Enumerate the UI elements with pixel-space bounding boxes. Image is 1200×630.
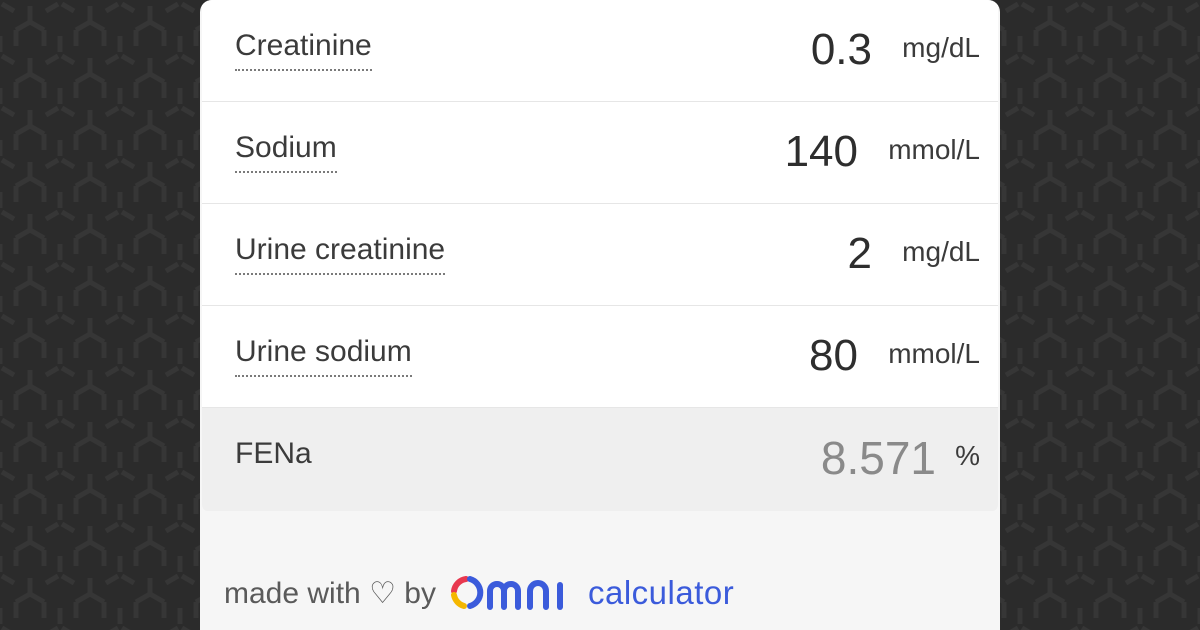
calculator-brand-text: calculator [587, 574, 735, 611]
result-row-fena: FENa 8.571 % [202, 408, 998, 511]
omni-footer[interactable]: made with ♡ by calculator [224, 570, 734, 616]
creatinine-unit[interactable]: mg/dL [902, 31, 980, 65]
urine-sodium-value[interactable]: 80 [809, 331, 858, 381]
urine-sodium-label[interactable]: Urine sodium [235, 335, 412, 377]
sodium-label[interactable]: Sodium [235, 131, 337, 173]
urine-sodium-unit[interactable]: mmol/L [888, 337, 980, 371]
field-row-creatinine: Creatinine 0.3 mg/dL [202, 0, 998, 102]
field-row-urine-sodium: Urine sodium 80 mmol/L [202, 306, 998, 408]
field-row-urine-creatinine: Urine creatinine 2 mg/dL [202, 204, 998, 306]
creatinine-value[interactable]: 0.3 [811, 25, 872, 75]
fena-label: FENa [235, 437, 312, 470]
creatinine-label[interactable]: Creatinine [235, 29, 372, 71]
fena-unit: % [955, 440, 980, 471]
fena-value: 8.571 [820, 432, 936, 484]
made-with-text: made with ♡ by [224, 576, 436, 610]
urine-creatinine-unit[interactable]: mg/dL [902, 235, 980, 269]
field-row-sodium: Sodium 140 mmol/L [202, 102, 998, 204]
urine-creatinine-value[interactable]: 2 [848, 229, 872, 279]
omni-logo-icon [450, 575, 578, 611]
sodium-value[interactable]: 140 [785, 127, 858, 177]
calculator-card: Creatinine 0.3 mg/dL Sodium 140 mmol/L U… [200, 0, 1000, 630]
urine-creatinine-label[interactable]: Urine creatinine [235, 233, 446, 275]
sodium-unit[interactable]: mmol/L [888, 133, 980, 167]
